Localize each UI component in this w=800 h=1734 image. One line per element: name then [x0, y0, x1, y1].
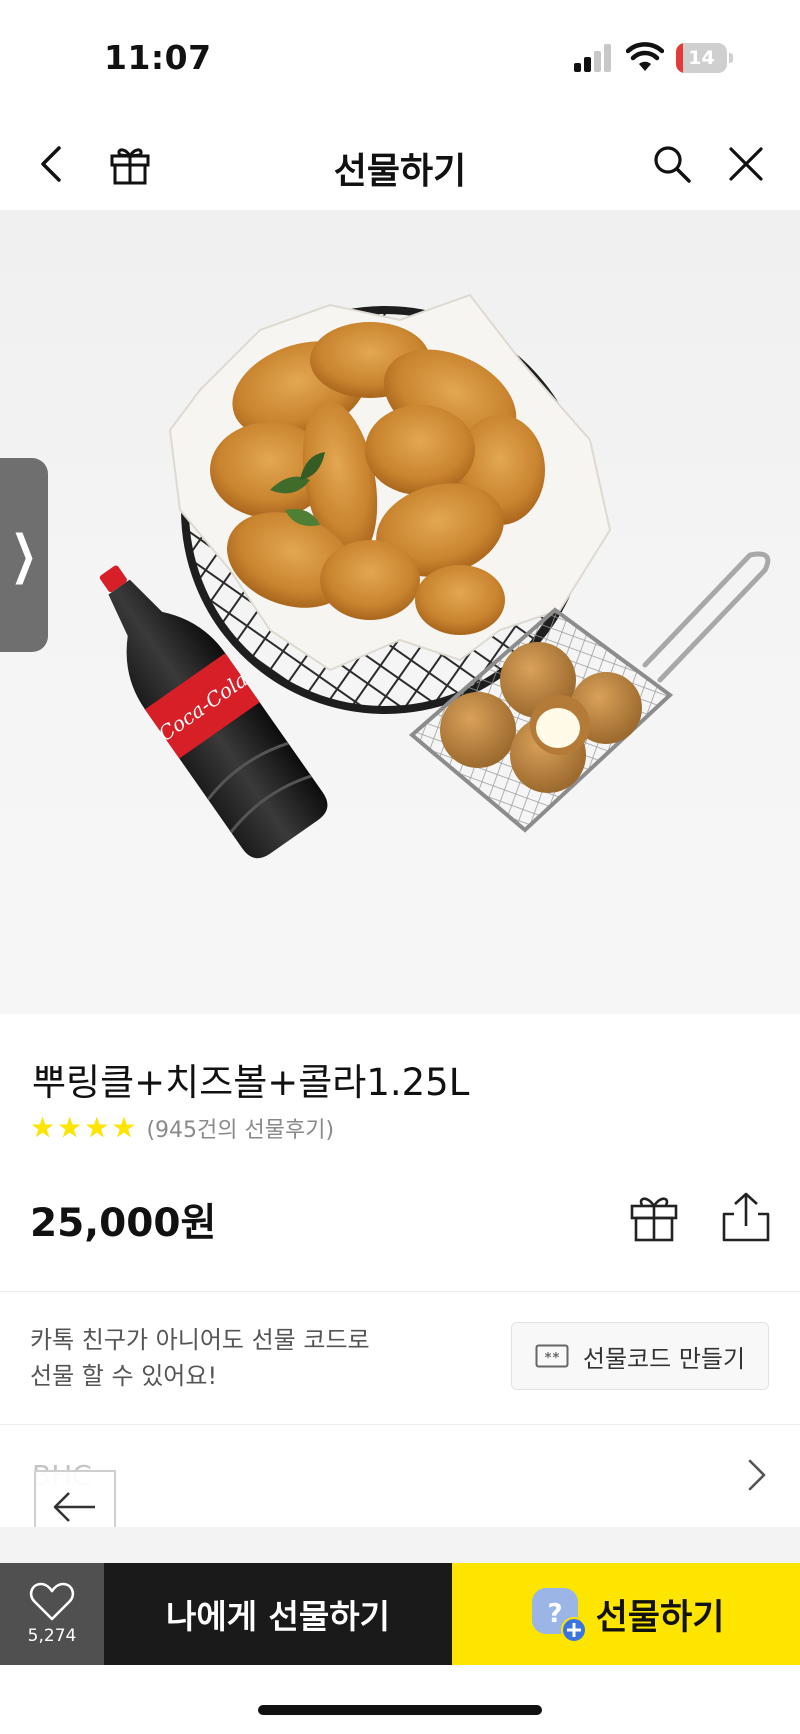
- signal-icon: [574, 44, 614, 72]
- star-icon: ★: [30, 1111, 56, 1144]
- battery-icon: 14: [676, 43, 733, 73]
- share-button[interactable]: [720, 1190, 772, 1244]
- gift-icon: [630, 1197, 678, 1242]
- chevron-right-icon: [748, 1459, 766, 1491]
- review-count: (945건의 선물후기): [146, 1118, 335, 1143]
- battery-level: 14: [688, 47, 715, 69]
- rating-stars: ★ ★ ★ ★: [30, 1114, 136, 1142]
- divider: [0, 1291, 800, 1292]
- product-price: 25,000원: [30, 1201, 217, 1246]
- home-indicator[interactable]: [258, 1705, 542, 1715]
- recipient-avatar-icon: ?: [528, 1584, 588, 1644]
- brand-row[interactable]: BHC: [0, 1425, 800, 1525]
- chevron-right-icon: ❯: [10, 525, 38, 585]
- status-bar: 11:07 14: [0, 0, 800, 118]
- gift-code-description: 카톡 친구가 아니어도 선물 코드로 선물 할 수 있어요!: [30, 1322, 430, 1394]
- section-gap: [0, 1527, 800, 1563]
- search-button[interactable]: [644, 136, 700, 192]
- like-button[interactable]: 5,274: [0, 1563, 104, 1665]
- star-icon: ★: [84, 1111, 110, 1144]
- star-icon: ★: [57, 1111, 83, 1144]
- svg-text:**: **: [544, 1351, 560, 1366]
- star-icon: ★: [111, 1111, 137, 1144]
- create-gift-code-label: 선물코드 만들기: [582, 1344, 746, 1373]
- product-image: Coca-Cola ❯: [0, 210, 800, 1014]
- svg-text:?: ?: [547, 1599, 562, 1629]
- gift-to-self-label: 나에게 선물하기: [165, 1597, 390, 1636]
- send-gift-label: 선물하기: [595, 1597, 725, 1638]
- arrow-left-icon: [53, 1492, 95, 1522]
- gift-code-description-line1: 카톡 친구가 아니어도 선물 코드로: [30, 1326, 370, 1354]
- search-icon: [654, 146, 691, 183]
- ticket-code-icon: **: [535, 1344, 569, 1368]
- create-gift-code-button[interactable]: ** 선물코드 만들기: [511, 1322, 769, 1390]
- side-panel-toggle[interactable]: ❯: [0, 458, 48, 652]
- close-icon: [729, 147, 763, 181]
- bottom-action-bar: 5,274 나에게 선물하기 ? 선물하기: [0, 1563, 800, 1665]
- app-header: 선물하기: [0, 118, 800, 210]
- rating-row[interactable]: ★ ★ ★ ★ (945건의 선물후기): [30, 1112, 334, 1144]
- heart-icon: [29, 1582, 75, 1621]
- gift-code-description-line2: 선물 할 수 있어요!: [30, 1362, 218, 1390]
- product-illustration: Coca-Cola: [99, 293, 771, 859]
- close-button[interactable]: [718, 136, 774, 192]
- gift-to-self-button[interactable]: 나에게 선물하기: [104, 1563, 452, 1665]
- wifi-icon: [625, 42, 665, 72]
- gift-box-button[interactable]: [628, 1192, 680, 1244]
- product-name: 뿌링클+치즈볼+콜라1.25L: [32, 1061, 470, 1104]
- send-gift-button[interactable]: ? 선물하기: [452, 1563, 800, 1665]
- share-icon: [722, 1192, 770, 1242]
- status-time: 11:07: [104, 38, 212, 77]
- like-count: 5,274: [27, 1626, 77, 1646]
